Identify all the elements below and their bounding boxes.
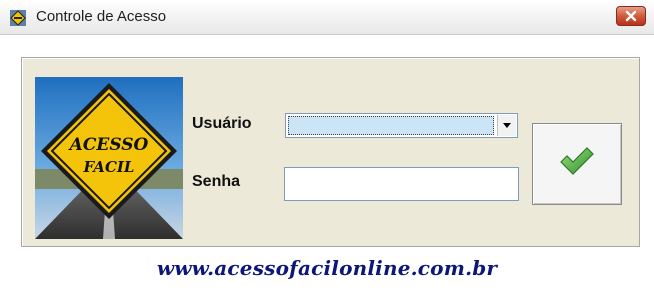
login-window: Controle de Acesso ACESSO FACIL Usuário … <box>0 0 654 291</box>
logo-text-line1: ACESSO <box>68 135 149 155</box>
window-title: Controle de Acesso <box>36 8 167 25</box>
logo-text-line2: FACIL <box>83 158 135 176</box>
usuario-dropdown-button[interactable] <box>497 115 516 136</box>
confirm-button[interactable] <box>532 123 622 205</box>
usuario-combobox[interactable] <box>285 113 518 138</box>
close-icon <box>625 10 637 22</box>
title-bar[interactable]: Controle de Acesso <box>0 0 654 35</box>
senha-field[interactable] <box>284 167 519 201</box>
senha-label: Senha <box>192 173 241 190</box>
usuario-combobox-text[interactable] <box>288 116 494 135</box>
close-button[interactable] <box>616 6 646 26</box>
chevron-down-icon <box>503 123 511 128</box>
website-link[interactable]: www.acessofacilonline.com.br <box>0 256 654 280</box>
checkmark-icon <box>560 147 594 175</box>
usuario-label: Usuário <box>192 115 252 132</box>
app-road-sign-icon <box>9 9 27 27</box>
acesso-facil-logo: ACESSO FACIL <box>35 77 183 239</box>
